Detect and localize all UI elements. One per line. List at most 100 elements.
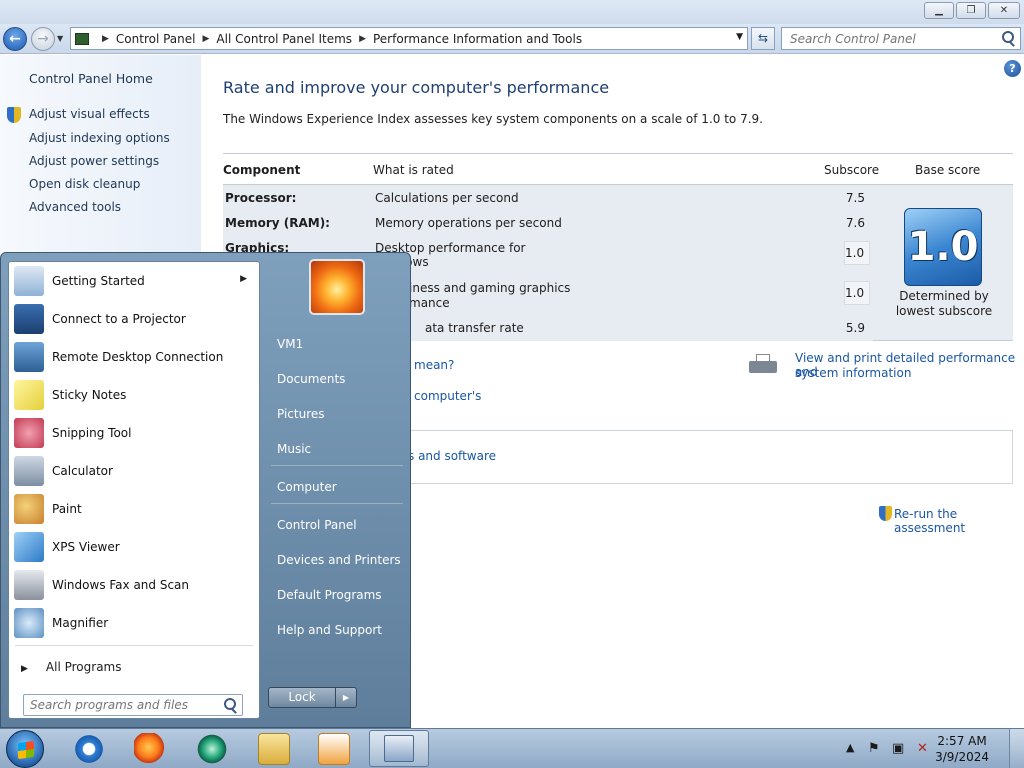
control-panel-icon <box>384 735 414 762</box>
start-item-calculator[interactable]: Calculator <box>9 452 259 490</box>
start-right-computer[interactable]: Computer <box>277 480 337 494</box>
start-item-label: Snipping Tool <box>52 426 132 440</box>
start-item-snipping-tool[interactable]: Snipping Tool <box>9 414 259 452</box>
start-right-vm1[interactable]: VM1 <box>277 337 303 351</box>
chevron-right-icon[interactable]: ▶ <box>240 274 247 284</box>
row-what-rated: Calculations per second <box>375 191 519 205</box>
close-button[interactable]: ✕ <box>988 2 1020 19</box>
determined-by-label: Determined by <box>899 289 989 303</box>
windows-logo-icon <box>18 740 34 760</box>
chevron-right-icon[interactable]: ▶ <box>203 34 210 44</box>
row-what-rated: ata transfer rate <box>425 321 524 335</box>
back-button[interactable]: ← <box>3 27 27 51</box>
header-subscore: Subscore <box>824 163 880 177</box>
start-item-remote-desktop[interactable]: Remote Desktop Connection <box>9 338 259 376</box>
network-icon[interactable]: ▣ <box>892 741 904 756</box>
start-right-devices-printers[interactable]: Devices and Printers <box>277 553 401 567</box>
sticky-notes-icon <box>14 380 44 410</box>
user-avatar[interactable] <box>309 259 365 315</box>
advanced-tools-link[interactable]: Advanced tools <box>29 200 121 214</box>
start-right-default-programs[interactable]: Default Programs <box>277 588 382 602</box>
start-right-pictures[interactable]: Pictures <box>277 407 325 421</box>
help-icon[interactable]: ? <box>1004 60 1021 77</box>
chevron-right-icon[interactable]: ▶ <box>359 34 366 44</box>
adjust-visual-effects-link[interactable]: Adjust visual effects <box>29 107 150 121</box>
start-search-box[interactable] <box>23 694 243 716</box>
print-details-link-line2[interactable]: system information <box>795 366 911 380</box>
start-menu-programs: Getting Started ▶ Connect to a Projector… <box>8 261 260 719</box>
action-center-flag-icon[interactable]: ⚑ <box>868 741 880 756</box>
projector-icon <box>14 304 44 334</box>
show-hidden-icons-icon[interactable]: ▲ <box>846 741 854 754</box>
breadcrumb-all-items[interactable]: All Control Panel Items <box>216 32 352 46</box>
start-right-control-panel[interactable]: Control Panel <box>277 518 357 532</box>
start-search-input[interactable] <box>24 695 212 715</box>
start-item-sticky-notes[interactable]: Sticky Notes <box>9 376 259 414</box>
start-item-connect-projector[interactable]: Connect to a Projector <box>9 300 259 338</box>
start-item-label: Connect to a Projector <box>52 312 186 326</box>
control-panel-home-link[interactable]: Control Panel Home <box>29 71 153 86</box>
header-component: Component <box>223 163 301 177</box>
start-right-help-support[interactable]: Help and Support <box>277 623 382 637</box>
maximize-button[interactable]: ❐ <box>956 2 986 19</box>
row-what-rated: iness and gaming graphics <box>409 281 571 295</box>
breadcrumb-performance[interactable]: Performance Information and Tools <box>373 32 582 46</box>
row-component: Processor: <box>225 191 297 205</box>
row-subscore: 7.6 <box>845 216 865 230</box>
media-player-icon[interactable] <box>318 733 350 765</box>
adjust-indexing-link[interactable]: Adjust indexing options <box>29 131 170 145</box>
firefox-icon[interactable] <box>134 733 166 765</box>
navigation-bar: ← → ▼ ▶ Control Panel ▶ All Control Pane… <box>0 24 1024 54</box>
start-item-xps-viewer[interactable]: XPS Viewer <box>9 528 259 566</box>
all-programs-button[interactable]: ▶ All Programs <box>21 660 122 674</box>
start-button[interactable] <box>6 730 44 768</box>
start-right-documents[interactable]: Documents <box>277 372 345 386</box>
search-box[interactable] <box>781 27 1021 50</box>
title-bar: ▁ ❐ ✕ <box>0 0 1024 24</box>
improve-computer-link[interactable]: computer's <box>414 389 481 403</box>
row-what-rated-line2: mance <box>409 296 450 310</box>
clock-date: 3/9/2024 <box>935 750 989 764</box>
start-item-label: XPS Viewer <box>52 540 120 554</box>
media-app-icon[interactable] <box>196 733 228 765</box>
search-input[interactable] <box>782 28 992 49</box>
forward-button[interactable]: → <box>31 27 55 51</box>
adjust-power-link[interactable]: Adjust power settings <box>29 154 159 168</box>
recent-pages-dropdown-icon[interactable]: ▼ <box>57 34 63 43</box>
internet-explorer-icon[interactable] <box>73 733 105 765</box>
address-dropdown-icon[interactable]: ▼ <box>736 32 743 42</box>
software-link[interactable]: s and software <box>408 449 496 463</box>
start-item-label: Magnifier <box>52 616 109 630</box>
breadcrumb-control-panel[interactable]: Control Panel <box>116 32 196 46</box>
address-bar[interactable]: ▶ Control Panel ▶ All Control Panel Item… <box>70 27 748 50</box>
printer-icon <box>747 353 779 377</box>
row-subscore: 7.5 <box>845 191 865 205</box>
refresh-button[interactable]: ⇆ <box>751 27 775 50</box>
lock-button[interactable]: Lock <box>268 687 336 708</box>
show-desktop-button[interactable] <box>1009 729 1024 768</box>
header-what-rated: What is rated <box>373 163 454 177</box>
file-explorer-icon[interactable] <box>258 733 290 765</box>
start-item-fax-scan[interactable]: Windows Fax and Scan <box>9 566 259 604</box>
open-disk-cleanup-link[interactable]: Open disk cleanup <box>29 177 140 191</box>
taskbar-control-panel-button[interactable] <box>369 730 429 767</box>
fax-scanner-icon <box>14 570 44 600</box>
start-right-music[interactable]: Music <box>277 442 311 456</box>
page-description: The Windows Experience Index assesses ke… <box>223 112 763 126</box>
minimize-button[interactable]: ▁ <box>924 2 954 19</box>
start-item-getting-started[interactable]: Getting Started ▶ <box>9 262 259 300</box>
volume-muted-icon[interactable]: ✕ <box>917 741 928 756</box>
start-item-paint[interactable]: Paint <box>9 490 259 528</box>
shutdown-options-arrow-icon[interactable]: ▶ <box>336 687 357 708</box>
search-icon[interactable] <box>1002 31 1014 43</box>
chevron-right-icon[interactable]: ▶ <box>102 34 109 44</box>
system-clock[interactable]: 2:57 AM 3/9/2024 <box>935 733 989 765</box>
start-item-magnifier[interactable]: Magnifier <box>9 604 259 642</box>
lowest-subscore-label: lowest subscore <box>895 304 993 318</box>
search-icon[interactable] <box>224 698 236 710</box>
start-item-label: Calculator <box>52 464 113 478</box>
what-do-numbers-mean-link[interactable]: mean? <box>414 358 454 372</box>
rerun-assessment-link[interactable]: Re-run the assessment <box>894 507 1024 535</box>
info-panel: s and software <box>400 430 1013 484</box>
row-subscore: 1.0 <box>844 241 870 265</box>
